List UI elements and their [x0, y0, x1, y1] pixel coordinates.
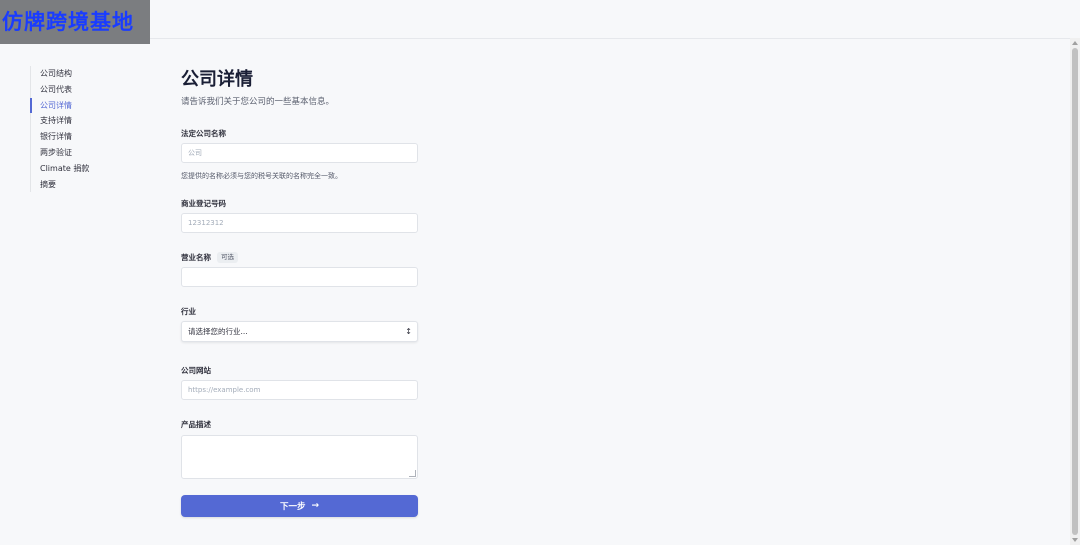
- page-scrollbar[interactable]: [1070, 38, 1080, 545]
- next-button[interactable]: 下一步 →: [181, 495, 418, 517]
- website-label: 公司网站: [181, 366, 211, 375]
- arrow-right-icon: →: [311, 501, 320, 511]
- sidebar-item-company-details[interactable]: 公司详情: [30, 97, 150, 114]
- business-name-label-row: 营业名称 可选: [181, 252, 418, 263]
- legal-name-input[interactable]: [181, 143, 418, 163]
- chevron-up-down-icon: ↕: [405, 327, 412, 336]
- scrollbar-thumb[interactable]: [1072, 48, 1078, 535]
- sidebar-item-climate-donation[interactable]: Climate 捐款: [30, 160, 150, 177]
- next-button-label: 下一步: [279, 502, 306, 512]
- business-name-field: 营业名称 可选: [181, 252, 418, 287]
- sidebar-item-bank-details[interactable]: 银行详情: [30, 129, 150, 145]
- legal-name-field: 法定公司名称 您提供的名称必须与您的税号关联的名称完全一致。: [181, 129, 418, 181]
- registration-number-input[interactable]: [181, 213, 418, 233]
- business-name-input[interactable]: [181, 267, 418, 287]
- description-field: 产品描述: [181, 420, 418, 479]
- optional-badge: 可选: [217, 252, 238, 263]
- legal-name-label: 法定公司名称: [181, 129, 226, 138]
- watermark-text: 仿牌跨境基地: [2, 10, 134, 34]
- industry-field: 行业 请选择您的行业... ↕: [181, 307, 418, 342]
- page-title: 公司详情: [181, 69, 253, 90]
- description-label: 产品描述: [181, 420, 211, 429]
- legal-name-hint: 您提供的名称必须与您的税号关联的名称完全一致。: [181, 172, 342, 180]
- registration-number-field: 商业登记号码: [181, 199, 418, 233]
- sidebar-item-two-step-verification[interactable]: 两步验证: [30, 144, 150, 161]
- industry-label: 行业: [181, 307, 196, 316]
- business-name-label: 营业名称: [181, 252, 211, 262]
- description-textarea[interactable]: [181, 435, 418, 479]
- industry-select[interactable]: 请选择您的行业... ↕: [181, 321, 418, 342]
- scroll-up-icon[interactable]: [1072, 41, 1078, 45]
- top-bar: [0, 0, 1070, 39]
- registration-number-label: 商业登记号码: [181, 199, 226, 208]
- main-form: 公司详情 请告诉我们关于您公司的一些基本信息。 法定公司名称 您提供的名称必须与…: [181, 68, 418, 517]
- website-field: 公司网站: [181, 366, 418, 400]
- industry-select-value: 请选择您的行业...: [188, 327, 248, 336]
- sidebar-nav: 公司结构 公司代表 公司详情 支持详情 银行详情 两步验证 Climate 捐款…: [30, 66, 150, 193]
- sidebar-item-support-details[interactable]: 支持详情: [30, 113, 150, 130]
- watermark: 仿牌跨境基地: [0, 0, 150, 44]
- website-input[interactable]: [181, 380, 418, 400]
- scroll-down-icon[interactable]: [1072, 538, 1078, 542]
- sidebar-item-company-representative[interactable]: 公司代表: [30, 81, 150, 98]
- resize-handle-icon[interactable]: [409, 470, 416, 477]
- sidebar-item-summary[interactable]: 摘要: [30, 176, 150, 193]
- sidebar-item-company-structure[interactable]: 公司结构: [30, 66, 150, 82]
- page-subtitle: 请告诉我们关于您公司的一些基本信息。: [181, 97, 335, 107]
